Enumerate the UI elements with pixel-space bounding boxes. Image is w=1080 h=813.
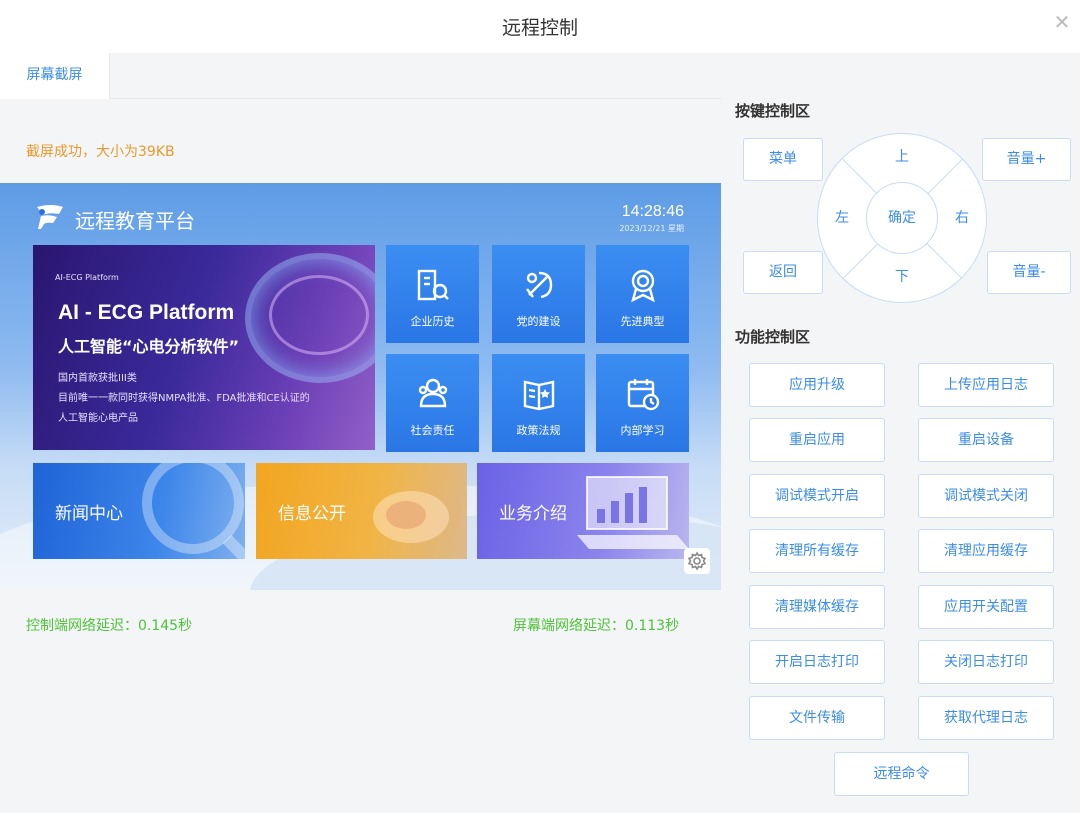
- app-switch-config-button[interactable]: 应用开关配置: [918, 585, 1054, 629]
- app-upgrade-button[interactable]: 应用升级: [749, 363, 885, 407]
- dpad-right-button[interactable]: 右: [942, 207, 982, 227]
- restart-device-button[interactable]: 重启设备: [918, 418, 1054, 462]
- remote-screenshot: 远程教育平台 14:28:46 2023/12/21 星期 AI-ECG Pla…: [0, 183, 721, 590]
- tile-label: 先进典型: [620, 315, 665, 328]
- tile-policies[interactable]: 政策法规: [492, 354, 585, 452]
- tile-party-building[interactable]: 党的建设: [492, 245, 585, 343]
- banner-line: 人工智能心电产品: [58, 413, 138, 424]
- banner-logo-text: AI-ECG Platform: [55, 273, 119, 282]
- laptop-chart-decoration-icon: [577, 476, 689, 549]
- tile-exemplars[interactable]: 先进典型: [596, 245, 689, 343]
- dialog-titlebar: 远程控制 ✕: [0, 0, 1080, 53]
- dpad-ok-button[interactable]: 确定: [866, 182, 938, 254]
- tile-label: 社会责任: [410, 424, 455, 437]
- clock-date: 2023/12/21 星期: [619, 224, 684, 233]
- medal-icon: [631, 269, 655, 303]
- control-latency: 控制端网络延迟：0.145秒: [26, 618, 193, 634]
- ecg-banner: AI-ECG Platform AI - ECG Platform 人工智能“心…: [33, 245, 375, 450]
- banner-line: 目前唯一一款同时获得NMPA批准、FDA批准和CE认证的: [58, 393, 310, 404]
- tile-internal-learning[interactable]: 内部学习: [596, 354, 689, 452]
- banner-line: 国内首款获批III类: [58, 373, 137, 384]
- tile-company-history[interactable]: 企业历史: [386, 245, 479, 343]
- building-icon: [417, 269, 449, 301]
- tab-screenshot[interactable]: 屏幕截屏: [0, 53, 110, 99]
- handshake-decoration-icon: [373, 491, 449, 543]
- banner-subtitle: 人工智能“心电分析软件”: [58, 337, 240, 356]
- disable-log-print-button[interactable]: 关闭日志打印: [918, 640, 1054, 684]
- clear-media-cache-button[interactable]: 清理媒体缓存: [749, 585, 885, 629]
- volume-up-button[interactable]: 音量+: [982, 138, 1071, 181]
- tile-social-responsibility[interactable]: 社会责任: [386, 354, 479, 452]
- screenshot-status-message: 截屏成功，大小为39KB: [26, 144, 175, 160]
- calendar-clock-icon: [627, 379, 660, 411]
- menu-button[interactable]: 菜单: [743, 138, 823, 181]
- party-emblem-icon: [526, 271, 553, 299]
- dpad-left-button[interactable]: 左: [822, 207, 862, 227]
- banner-glow-ring: [269, 275, 369, 355]
- book-icon: [523, 380, 555, 411]
- remote-command-button[interactable]: 远程命令: [834, 752, 969, 796]
- volume-down-button[interactable]: 音量-: [987, 251, 1071, 294]
- restart-app-button[interactable]: 重启应用: [749, 418, 885, 462]
- screen-settings-button[interactable]: [684, 548, 710, 574]
- card-business-intro[interactable]: 业务介绍: [477, 463, 689, 559]
- enable-log-print-button[interactable]: 开启日志打印: [749, 640, 885, 684]
- dpad-up-button[interactable]: 上: [882, 146, 922, 166]
- close-icon[interactable]: ✕: [1050, 10, 1074, 34]
- card-information-disclosure[interactable]: 信息公开: [256, 463, 467, 559]
- screen-latency: 屏幕端网络延迟：0.113秒: [513, 618, 680, 634]
- people-icon: [418, 378, 448, 408]
- magnifier-decoration-icon: [142, 463, 245, 559]
- platform-title: 远程教育平台: [75, 209, 195, 233]
- function-control-title: 功能控制区: [735, 328, 811, 346]
- debug-mode-on-button[interactable]: 调试模式开启: [749, 474, 885, 518]
- upload-app-log-button[interactable]: 上传应用日志: [918, 363, 1054, 407]
- card-news-center[interactable]: 新闻中心: [33, 463, 245, 559]
- platform-logo-icon: [37, 205, 63, 229]
- card-label: 业务介绍: [499, 504, 567, 524]
- dialog-title: 远程控制: [501, 17, 578, 39]
- back-button[interactable]: 返回: [743, 251, 823, 294]
- key-control-title: 按键控制区: [735, 102, 811, 120]
- gear-icon: [687, 551, 707, 571]
- get-proxy-log-button[interactable]: 获取代理日志: [918, 696, 1054, 740]
- tile-label: 内部学习: [620, 424, 665, 437]
- tab-bar: 屏幕截屏: [0, 53, 721, 99]
- clear-all-cache-button[interactable]: 清理所有缓存: [749, 529, 885, 573]
- clear-app-cache-button[interactable]: 清理应用缓存: [918, 529, 1054, 573]
- card-label: 新闻中心: [55, 504, 123, 524]
- debug-mode-off-button[interactable]: 调试模式关闭: [918, 474, 1054, 518]
- dpad-down-button[interactable]: 下: [882, 266, 922, 286]
- file-transfer-button[interactable]: 文件传输: [749, 696, 885, 740]
- card-label: 信息公开: [278, 504, 346, 524]
- banner-title: AI - ECG Platform: [58, 301, 235, 324]
- clock-time: 14:28:46: [621, 203, 684, 220]
- tile-label: 政策法规: [516, 424, 561, 437]
- tile-label: 企业历史: [410, 315, 455, 328]
- direction-pad: 上 下 左 右 确定: [817, 133, 987, 303]
- tile-label: 党的建设: [516, 315, 561, 328]
